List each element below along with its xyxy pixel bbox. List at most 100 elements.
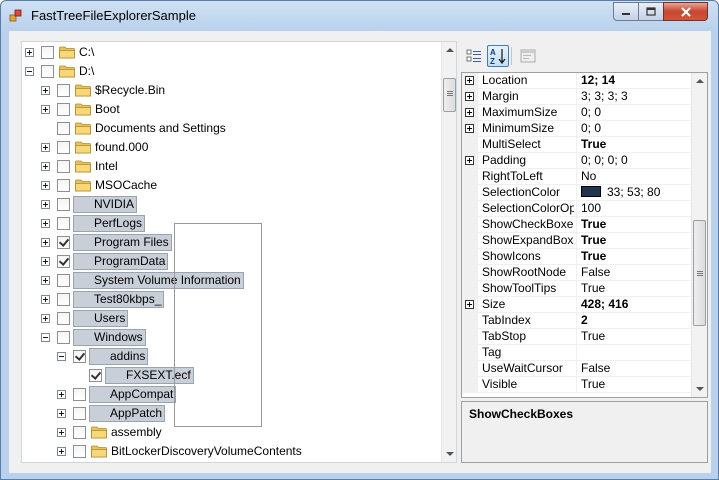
column-divider[interactable]	[576, 105, 577, 121]
collapse-minus-icon[interactable]	[57, 352, 66, 361]
property-row[interactable]: ShowRootNode False	[462, 265, 691, 281]
tree-node-label[interactable]: Program Files	[73, 234, 172, 251]
node-checkbox[interactable]	[41, 46, 54, 59]
expand-plus-icon[interactable]	[41, 105, 50, 114]
title-bar[interactable]: FastTreeFileExplorerSample	[1, 1, 718, 31]
property-value[interactable]: True	[581, 377, 691, 392]
collapse-minus-icon[interactable]	[41, 333, 50, 342]
expand-plus-icon[interactable]	[57, 428, 66, 437]
tree-node-label[interactable]: BitLockerDiscoveryVolumeContents	[109, 443, 304, 460]
property-value[interactable]: 2	[581, 313, 691, 328]
expand-plus-icon[interactable]	[41, 86, 50, 95]
column-divider[interactable]	[576, 185, 577, 201]
property-row[interactable]: ShowIcons True	[462, 249, 691, 265]
tree-node-label[interactable]: MSOCache	[93, 177, 159, 194]
property-row[interactable]: Location 12; 14	[462, 73, 691, 89]
tree-vertical-scrollbar[interactable]	[441, 42, 456, 462]
tree-node-label[interactable]: found.000	[93, 139, 150, 156]
scroll-up-arrow-icon[interactable]	[696, 79, 704, 83]
node-checkbox[interactable]	[57, 179, 70, 192]
property-row[interactable]: TabStop True	[462, 329, 691, 345]
tree-node[interactable]: D:\	[22, 62, 440, 81]
column-divider[interactable]	[576, 313, 577, 329]
property-row[interactable]: RightToLeft No	[462, 169, 691, 185]
tree-node-label[interactable]: Documents and Settings	[93, 120, 228, 137]
expand-plus-icon[interactable]	[25, 48, 34, 57]
column-divider[interactable]	[576, 281, 577, 297]
property-value[interactable]: 0; 0	[581, 121, 691, 136]
node-checkbox[interactable]	[57, 141, 70, 154]
node-checkbox[interactable]	[57, 122, 70, 135]
tree-node[interactable]: found.000	[22, 138, 440, 157]
expand-plus-icon[interactable]	[41, 238, 50, 247]
node-checkbox[interactable]	[73, 388, 86, 401]
node-checkbox[interactable]	[57, 236, 70, 249]
property-value[interactable]: True	[581, 233, 691, 248]
expand-plus-icon[interactable]	[465, 92, 474, 101]
tree-node-label[interactable]: Windows	[73, 329, 146, 346]
property-value[interactable]: True	[581, 137, 691, 152]
property-value[interactable]: 0; 0	[581, 105, 691, 120]
expand-plus-icon[interactable]	[465, 124, 474, 133]
expand-plus-icon[interactable]	[41, 181, 50, 190]
property-row[interactable]: Margin 3; 3; 3; 3	[462, 89, 691, 105]
tree-node-label[interactable]: Test80kbps_	[73, 291, 165, 308]
scroll-down-arrow-icon[interactable]	[696, 387, 704, 391]
column-divider[interactable]	[576, 153, 577, 169]
property-value[interactable]: True	[581, 249, 691, 264]
tree-node-label[interactable]: Users	[73, 310, 129, 327]
property-row[interactable]: MaximumSize 0; 0	[462, 105, 691, 121]
expand-plus-icon[interactable]	[57, 390, 66, 399]
property-value[interactable]: 12; 14	[581, 73, 691, 88]
column-divider[interactable]	[576, 169, 577, 185]
node-checkbox[interactable]	[57, 198, 70, 211]
property-value[interactable]: 428; 416	[581, 297, 691, 312]
property-row[interactable]: Padding 0; 0; 0; 0	[462, 153, 691, 169]
property-row[interactable]: ShowCheckBoxes True	[462, 217, 691, 233]
property-row[interactable]: MinimumSize 0; 0	[462, 121, 691, 137]
tree-node[interactable]: C:\	[22, 43, 440, 62]
column-divider[interactable]	[576, 377, 577, 393]
tree-node[interactable]: Documents and Settings	[22, 119, 440, 138]
node-checkbox[interactable]	[57, 274, 70, 287]
tree-node-label[interactable]: assembly	[109, 424, 164, 441]
property-value[interactable]: 3; 3; 3; 3	[581, 89, 691, 104]
column-divider[interactable]	[576, 345, 577, 361]
property-value[interactable]: True	[581, 281, 691, 296]
node-checkbox[interactable]	[73, 407, 86, 420]
property-value[interactable]: True	[581, 217, 691, 232]
property-pages-button[interactable]	[517, 45, 539, 67]
property-value[interactable]: False	[581, 361, 691, 376]
alphabetical-button[interactable]: A Z	[487, 45, 509, 67]
tree-scroll-thumb[interactable]	[443, 77, 456, 112]
categorized-button[interactable]	[463, 45, 485, 67]
tree-node-label[interactable]: NVIDIA	[73, 196, 138, 213]
property-row[interactable]: UseWaitCursor False	[462, 361, 691, 377]
tree-node-label[interactable]: AppPatch	[89, 405, 166, 422]
expand-plus-icon[interactable]	[465, 76, 474, 85]
property-row[interactable]: SelectionColorOpaq 100	[462, 201, 691, 217]
tree-node-label[interactable]: Boot	[93, 101, 122, 118]
node-checkbox[interactable]	[57, 293, 70, 306]
minimize-button[interactable]	[613, 2, 639, 21]
expand-plus-icon[interactable]	[41, 219, 50, 228]
tree-node[interactable]: MSOCache	[22, 176, 440, 195]
tree-node[interactable]: Boot	[22, 100, 440, 119]
tree-node[interactable]: Intel	[22, 157, 440, 176]
tree-node-label[interactable]: AppCompat	[89, 386, 177, 403]
node-checkbox[interactable]	[41, 65, 54, 78]
close-button[interactable]	[663, 2, 708, 21]
tree-node-label[interactable]: Intel	[93, 158, 120, 175]
property-row[interactable]: SelectionColor 33; 53; 80	[462, 185, 691, 201]
column-divider[interactable]	[576, 249, 577, 265]
scroll-down-arrow-icon[interactable]	[446, 452, 454, 456]
expand-plus-icon[interactable]	[465, 156, 474, 165]
node-checkbox[interactable]	[89, 369, 102, 382]
column-divider[interactable]	[576, 137, 577, 153]
property-value[interactable]: True	[581, 329, 691, 344]
property-row[interactable]: TabIndex 2	[462, 313, 691, 329]
expand-plus-icon[interactable]	[41, 257, 50, 266]
node-checkbox[interactable]	[57, 331, 70, 344]
tree-node-label[interactable]: PerfLogs	[73, 215, 146, 232]
column-divider[interactable]	[576, 89, 577, 105]
